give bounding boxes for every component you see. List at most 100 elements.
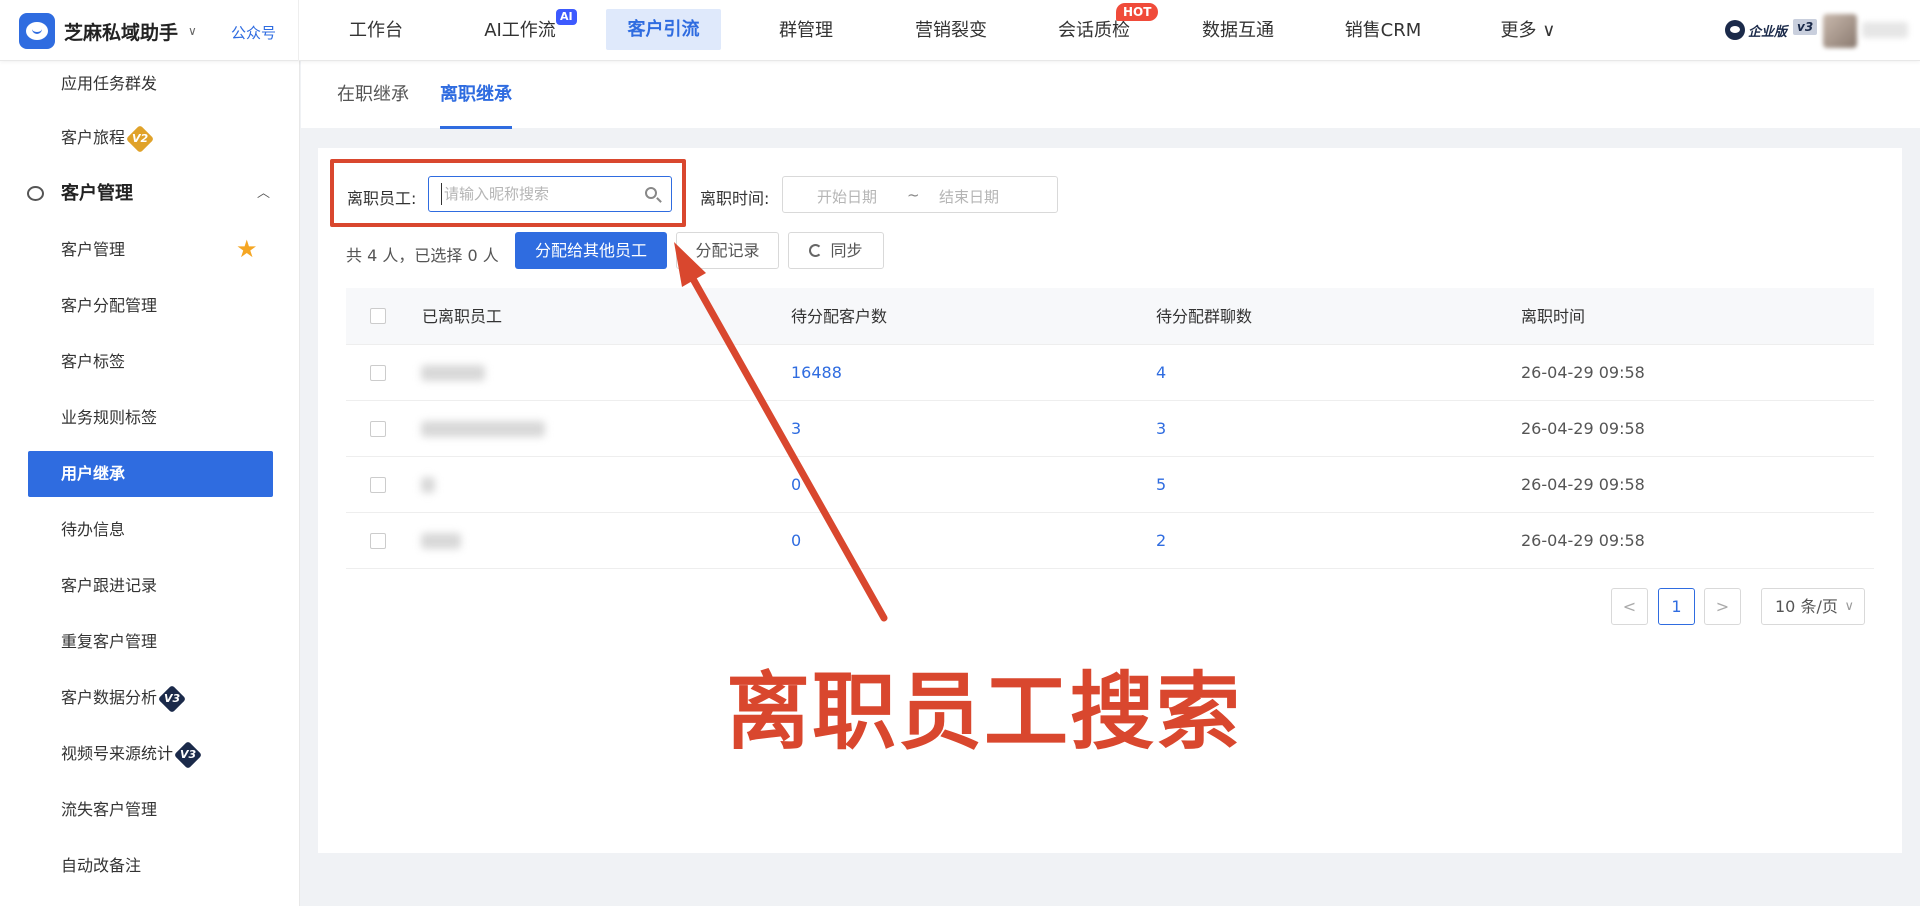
enterprise-edition-label: 企业版 xyxy=(1748,25,1788,40)
sidebar-item-user-inheritance[interactable]: 用户继承 xyxy=(28,451,273,497)
sidebar-item-follow-up-records[interactable]: 客户跟进记录 xyxy=(0,563,300,609)
tab-resigned-inheritance[interactable]: 离职继承 xyxy=(440,61,512,129)
annotation-caption: 离职员工搜索 xyxy=(726,663,1243,761)
v3-badge-icon: V3 xyxy=(157,684,187,713)
page-1-button[interactable]: 1 xyxy=(1658,588,1695,625)
sidebar-item-auto-remark[interactable]: 自动改备注 xyxy=(0,843,300,889)
sidebar-item-customer-analytics[interactable]: 客户数据分析 V3 xyxy=(0,675,300,721)
resign-time: 26-04-29 09:58 xyxy=(1521,531,1645,550)
assign-to-other-button[interactable]: 分配给其他员工 xyxy=(515,232,667,269)
pending-groups-count[interactable]: 3 xyxy=(1156,401,1166,457)
page-size-value: 10 条/页 xyxy=(1775,597,1838,616)
select-all-checkbox[interactable] xyxy=(370,308,386,324)
sidebar-item-business-rule-tags[interactable]: 业务规则标签 xyxy=(0,395,300,441)
v2-badge-icon: V2 xyxy=(125,124,155,153)
start-date-placeholder[interactable]: 开始日期 xyxy=(817,186,877,207)
nav-customer-acquisition[interactable]: 客户引流 xyxy=(606,9,721,50)
employee-name-blurred xyxy=(421,477,435,493)
customer-group-icon xyxy=(27,186,44,201)
chevron-up-icon[interactable]: ︿ xyxy=(257,171,270,217)
nav-group-management[interactable]: 群管理 xyxy=(760,0,852,61)
employee-name-blurred xyxy=(421,365,485,381)
version-badge: v3 xyxy=(1793,19,1818,35)
pending-groups-count[interactable]: 4 xyxy=(1156,345,1166,401)
pending-customers-count[interactable]: 3 xyxy=(791,401,801,457)
sidebar-item-customer-tags[interactable]: 客户标签 xyxy=(0,339,300,385)
sidebar: 应用任务群发 客户旅程 V2 客户管理 ︿ 客户管理 ★ 客户分配管理 客户标签 … xyxy=(0,61,300,906)
sidebar-item-label: 客户数据分析 xyxy=(61,688,158,707)
resign-time-label: 离职时间: xyxy=(700,189,770,208)
prev-page-button[interactable]: < xyxy=(1611,588,1648,625)
top-nav-bar: 芝麻私域助手 ∨ 公众号 工作台 AI工作流 AI 客户引流 群管理 营销裂变 … xyxy=(0,0,1920,61)
nav-ai-workflow-label: AI工作流 xyxy=(484,20,556,41)
nav-sales-crm[interactable]: 销售CRM xyxy=(1335,0,1431,61)
sidebar-item-channels-stats[interactable]: 视频号来源统计 V3 xyxy=(0,731,300,777)
table-row: 0 2 26-04-29 09:58 xyxy=(346,513,1874,569)
sidebar-item-task-broadcast[interactable]: 应用任务群发 xyxy=(0,61,300,107)
row-checkbox[interactable] xyxy=(370,365,386,381)
star-icon[interactable]: ★ xyxy=(236,237,258,261)
column-header: 待分配客户数 xyxy=(791,307,888,326)
resign-time: 26-04-29 09:58 xyxy=(1521,419,1645,438)
brand-logo-icon xyxy=(19,13,55,49)
next-page-button[interactable]: > xyxy=(1704,588,1741,625)
sidebar-item-customer-management[interactable]: 客户管理 ★ xyxy=(0,227,300,273)
nav-workbench[interactable]: 工作台 xyxy=(330,0,422,61)
hot-badge: HOT xyxy=(1116,3,1159,21)
sidebar-item-customer-journey[interactable]: 客户旅程 V2 xyxy=(0,115,300,161)
employee-name-blurred xyxy=(421,533,461,549)
table-header: 已离职员工 待分配客户数 待分配群聊数 离职时间 xyxy=(346,288,1874,345)
end-date-placeholder[interactable]: 结束日期 xyxy=(939,186,999,207)
user-name-blurred[interactable] xyxy=(1862,22,1908,38)
pending-groups-count[interactable]: 2 xyxy=(1156,513,1166,569)
sidebar-group-customer-management[interactable]: 客户管理 ︿ xyxy=(0,171,300,217)
sidebar-item-label: 客户旅程 xyxy=(61,128,126,147)
chevron-down-icon: ∨ xyxy=(1844,599,1854,614)
nav-ai-workflow[interactable]: AI工作流 xyxy=(470,0,570,61)
sidebar-group-label: 客户管理 xyxy=(61,183,133,204)
brand-name: 芝麻私域助手 xyxy=(64,21,179,44)
page-size-select[interactable]: 10 条/页 ∨ xyxy=(1761,588,1865,625)
row-checkbox[interactable] xyxy=(370,477,386,493)
row-checkbox[interactable] xyxy=(370,421,386,437)
table-row: 16488 4 26-04-29 09:58 xyxy=(346,345,1874,401)
column-header: 离职时间 xyxy=(1521,307,1586,326)
ai-badge: AI xyxy=(556,9,577,25)
table-row: 0 5 26-04-29 09:58 xyxy=(346,457,1874,513)
date-range-separator: ~ xyxy=(907,186,920,204)
date-range-picker[interactable]: 开始日期 ~ 结束日期 xyxy=(782,176,1058,213)
sidebar-item-todo[interactable]: 待办信息 xyxy=(0,507,300,553)
sync-button[interactable]: 同步 xyxy=(788,232,884,269)
pending-customers-count[interactable]: 0 xyxy=(791,457,801,513)
tabs-bar: 在职继承 离职继承 xyxy=(301,61,1920,129)
brand[interactable]: 芝麻私域助手 ∨ xyxy=(19,11,197,51)
nav-data-interop[interactable]: 数据互通 xyxy=(1192,0,1284,61)
nav-more[interactable]: 更多 ∨ xyxy=(1490,0,1566,61)
selection-summary: 共 4 人，已选择 0 人 xyxy=(346,246,499,265)
sync-button-label: 同步 xyxy=(830,241,863,260)
sync-icon xyxy=(809,243,823,257)
sidebar-item-lost-customers[interactable]: 流失客户管理 xyxy=(0,787,300,833)
assign-records-button[interactable]: 分配记录 xyxy=(676,232,779,269)
sidebar-item-duplicate-customers[interactable]: 重复客户管理 xyxy=(0,619,300,665)
employee-name-blurred xyxy=(421,421,545,437)
resign-time: 26-04-29 09:58 xyxy=(1521,363,1645,382)
pending-groups-count[interactable]: 5 xyxy=(1156,457,1166,513)
chevron-down-icon[interactable]: ∨ xyxy=(188,24,197,38)
sidebar-item-label: 客户管理 xyxy=(61,240,126,259)
sidebar-item-label: 视频号来源统计 xyxy=(61,744,174,763)
gzh-link[interactable]: 公众号 xyxy=(231,22,276,43)
sidebar-item-customer-assignment[interactable]: 客户分配管理 xyxy=(0,283,300,329)
enterprise-icon xyxy=(1725,20,1745,40)
pending-customers-count[interactable]: 0 xyxy=(791,513,801,569)
resign-time: 26-04-29 09:58 xyxy=(1521,475,1645,494)
pending-customers-count[interactable]: 16488 xyxy=(791,345,842,401)
annotation-highlight-frame xyxy=(330,159,686,227)
avatar[interactable] xyxy=(1823,14,1857,48)
divider xyxy=(298,0,299,61)
column-header: 待分配群聊数 xyxy=(1156,307,1253,326)
v3-badge-icon: V3 xyxy=(173,740,203,769)
row-checkbox[interactable] xyxy=(370,533,386,549)
tab-active-inheritance[interactable]: 在职继承 xyxy=(337,61,409,128)
nav-marketing-fission[interactable]: 营销裂变 xyxy=(905,0,997,61)
